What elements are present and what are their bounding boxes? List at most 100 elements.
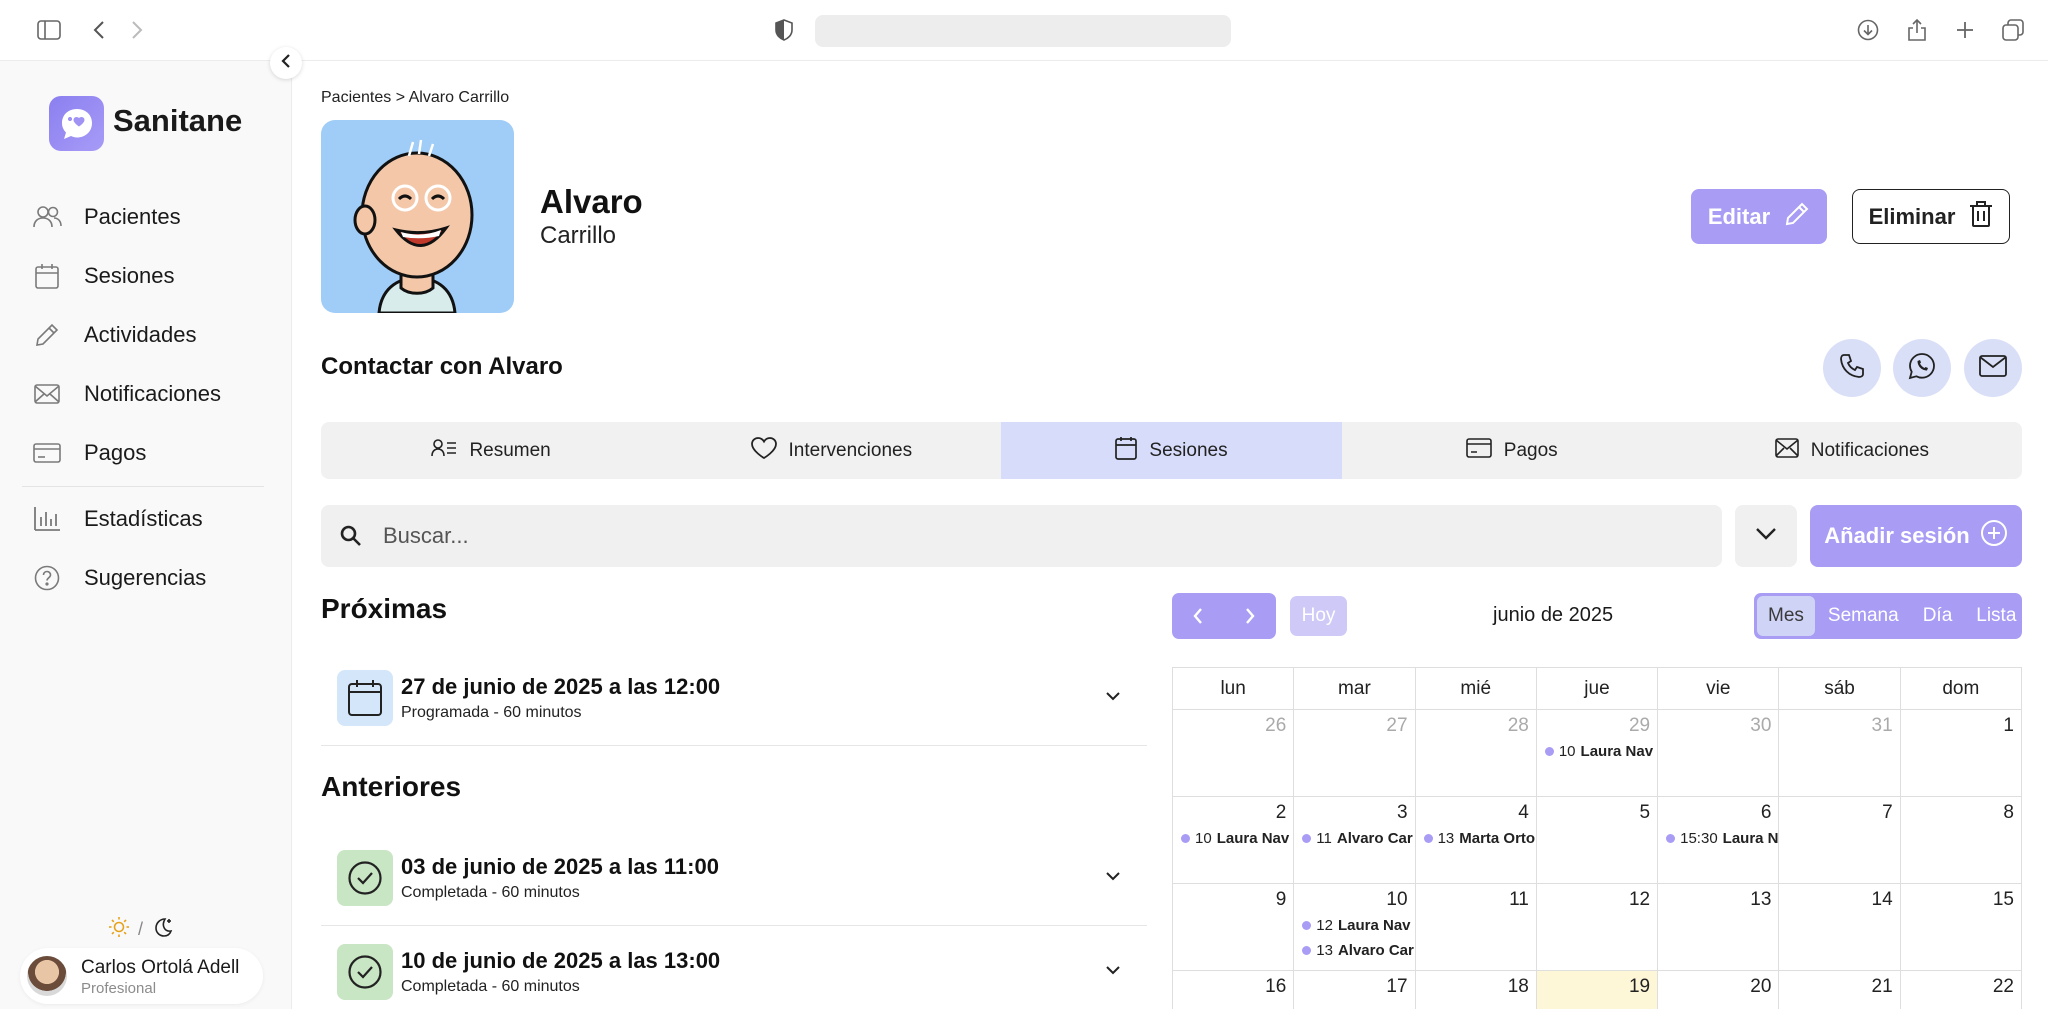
collapse-sidebar-button[interactable]	[270, 47, 302, 79]
sidebar-item-notificaciones[interactable]: Notificaciones	[32, 374, 221, 414]
delete-button[interactable]: Eliminar	[1852, 189, 2010, 244]
calendar-day[interactable]: 22	[1901, 971, 2021, 1009]
calendar-event[interactable]: 13 Alvaro Car	[1302, 942, 1414, 959]
event-patient: Laura N	[1722, 830, 1779, 847]
calendar-event[interactable]: 13 Marta Orto	[1423, 830, 1535, 847]
view-dia[interactable]: Día	[1912, 596, 1964, 636]
calendar-day[interactable]: 17	[1294, 971, 1416, 1009]
calendar-day[interactable]: 10 12 Laura Nav 13 Alvaro Car	[1294, 884, 1416, 970]
calendar-day[interactable]: 20	[1658, 971, 1780, 1009]
calendar-day-number: 16	[1265, 976, 1287, 997]
calendar-event[interactable]: 12 Laura Nav	[1302, 917, 1411, 934]
session-status: Completada - 60 minutos	[401, 978, 580, 995]
calendar-day[interactable]: 29 10 Laura Nav	[1537, 710, 1659, 796]
privacy-shield-icon[interactable]	[770, 16, 798, 44]
calendar-day[interactable]: 6 15:30 Laura N	[1658, 797, 1780, 883]
check-circle-icon	[337, 944, 393, 1000]
edit-button[interactable]: Editar	[1691, 189, 1827, 244]
whatsapp-button[interactable]	[1893, 339, 1951, 397]
calendar-day[interactable]: 13	[1658, 884, 1780, 970]
calendar-day[interactable]: 30	[1658, 710, 1780, 796]
tab-sesiones[interactable]: Sesiones	[1001, 422, 1342, 479]
theme-toggle[interactable]: /	[108, 916, 173, 943]
sidebar-item-pacientes[interactable]: Pacientes	[32, 197, 181, 237]
sidebar-item-sesiones[interactable]: Sesiones	[32, 256, 175, 296]
calendar-day[interactable]: 27	[1294, 710, 1416, 796]
call-button[interactable]	[1823, 339, 1881, 397]
sidebar-item-pagos[interactable]: Pagos	[32, 433, 146, 473]
calendar-event[interactable]: 10 Laura Nav	[1544, 743, 1654, 760]
sidebar-toggle-icon[interactable]	[35, 16, 63, 44]
calendar-day[interactable]: 21	[1779, 971, 1901, 1009]
calendar-day[interactable]: 26	[1173, 710, 1295, 796]
calendar-day[interactable]: 14	[1779, 884, 1901, 970]
tabs-overview-icon[interactable]	[1999, 16, 2027, 44]
calendar-day[interactable]: 3 11 Alvaro Car	[1294, 797, 1416, 883]
sidebar-item-label: Notificaciones	[84, 381, 221, 406]
chevron-down-icon[interactable]	[1099, 956, 1127, 984]
view-mes[interactable]: Mes	[1757, 596, 1815, 636]
heart-icon	[750, 436, 777, 465]
session-item[interactable]: 03 de junio de 2025 a las 11:00 Completa…	[321, 838, 1147, 926]
tab-notificaciones[interactable]: Notificaciones	[1682, 422, 2022, 479]
breadcrumb[interactable]: Pacientes > Alvaro Carrillo	[321, 89, 509, 107]
calendar-day[interactable]: 16	[1173, 971, 1295, 1009]
calendar-today-button[interactable]: Hoy	[1290, 596, 1347, 636]
help-icon	[32, 563, 62, 593]
calendar-day[interactable]: 15	[1901, 884, 2021, 970]
session-item[interactable]: 10 de junio de 2025 a las 13:00 Completa…	[321, 932, 1147, 1020]
chevron-down-icon[interactable]	[1099, 862, 1127, 890]
calendar-day[interactable]: 18	[1416, 971, 1537, 1009]
calendar-day[interactable]: 12	[1537, 884, 1659, 970]
tab-resumen[interactable]: Resumen	[321, 422, 661, 479]
calendar-day[interactable]: 2 10 Laura Nav	[1173, 797, 1295, 883]
calendar-icon	[337, 670, 393, 726]
new-tab-icon[interactable]	[1951, 16, 1979, 44]
calendar-day-number: 13	[1750, 889, 1772, 910]
email-button[interactable]	[1964, 339, 2022, 397]
address-bar[interactable]	[815, 15, 1231, 47]
calendar-day[interactable]: 4 13 Marta Orto	[1416, 797, 1537, 883]
back-icon[interactable]	[85, 16, 113, 44]
event-patient: Laura Nav	[1580, 743, 1654, 760]
app-logo-icon[interactable]	[49, 96, 104, 151]
calendar-day-number: 28	[1507, 715, 1529, 736]
add-session-label: Añadir sesión	[1824, 523, 1970, 548]
add-session-button[interactable]: Añadir sesión	[1810, 505, 2022, 567]
sun-icon[interactable]	[108, 916, 130, 943]
search-input[interactable]	[383, 523, 1583, 549]
calendar-prev-button[interactable]	[1172, 593, 1224, 639]
calendar-day[interactable]: 31	[1779, 710, 1901, 796]
sidebar-item-estadisticas[interactable]: Estadísticas	[32, 499, 203, 539]
share-icon[interactable]	[1903, 16, 1931, 44]
calendar-day[interactable]: 28	[1416, 710, 1537, 796]
filter-dropdown-button[interactable]	[1735, 505, 1797, 567]
event-patient: Laura Nav	[1337, 917, 1411, 934]
download-icon[interactable]	[1854, 16, 1882, 44]
moon-icon[interactable]	[151, 916, 173, 943]
tab-intervenciones[interactable]: Intervenciones	[661, 422, 1001, 479]
chevron-down-icon[interactable]	[1099, 682, 1127, 710]
calendar-day[interactable]: 9	[1173, 884, 1295, 970]
check-circle-icon	[337, 850, 393, 906]
view-lista[interactable]: Lista	[1965, 596, 2027, 636]
event-dot	[1544, 747, 1554, 756]
calendar-day[interactable]: 8	[1901, 797, 2021, 883]
event-dot	[1181, 834, 1190, 843]
calendar-day[interactable]: 7	[1779, 797, 1901, 883]
user-card[interactable]: Carlos Ortolá Adell Profesional	[20, 948, 263, 1004]
calendar-event[interactable]: 15:30 Laura N	[1666, 830, 1778, 847]
calendar-day-today[interactable]: 19	[1536, 971, 1659, 1009]
calendar-next-button[interactable]	[1224, 593, 1276, 639]
view-semana[interactable]: Semana	[1817, 596, 1910, 636]
calendar-day[interactable]: 1	[1901, 710, 2021, 796]
calendar-day[interactable]: 5	[1537, 797, 1659, 883]
sidebar-item-actividades[interactable]: Actividades	[32, 315, 197, 355]
calendar-day[interactable]: 11	[1416, 884, 1537, 970]
session-item[interactable]: 27 de junio de 2025 a las 12:00 Programa…	[321, 658, 1147, 746]
tab-pagos[interactable]: Pagos	[1342, 422, 1682, 479]
calendar-event[interactable]: 11 Alvaro Car	[1302, 830, 1413, 847]
sidebar-item-sugerencias[interactable]: Sugerencias	[32, 558, 206, 598]
forward-icon[interactable]	[123, 16, 151, 44]
calendar-event[interactable]: 10 Laura Nav	[1181, 830, 1289, 847]
